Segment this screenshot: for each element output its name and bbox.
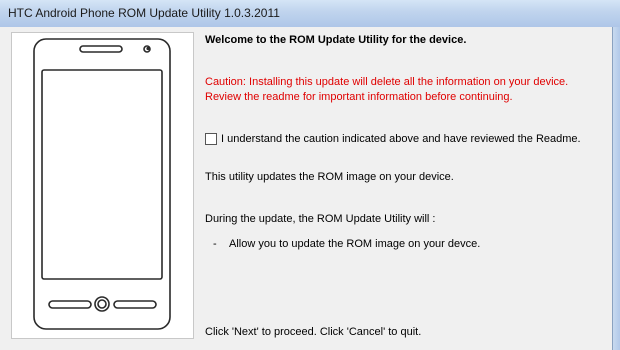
phone-illustration-panel [11, 32, 194, 339]
phone-illustration-icon [33, 38, 171, 330]
window-title: HTC Android Phone ROM Update Utility 1.0… [8, 6, 280, 20]
proceed-instructions: Click 'Next' to proceed. Click 'Cancel' … [205, 326, 422, 338]
list-bullet: - [213, 238, 217, 250]
rom-update-window: HTC Android Phone ROM Update Utility 1.0… [0, 0, 620, 350]
understand-checkbox-label[interactable]: I understand the caution indicated above… [221, 133, 581, 145]
info-text: This utility updates the ROM image on yo… [205, 171, 454, 183]
understand-checkbox[interactable] [205, 133, 217, 145]
list-item: Allow you to update the ROM image on you… [229, 238, 481, 250]
wizard-content: Welcome to the ROM Update Utility for th… [0, 27, 612, 350]
title-bar[interactable]: HTC Android Phone ROM Update Utility 1.0… [0, 0, 620, 27]
during-update-text: During the update, the ROM Update Utilit… [205, 213, 436, 225]
caution-text: Caution: Installing this update will del… [205, 76, 569, 103]
window-frame-right [612, 27, 620, 350]
welcome-heading: Welcome to the ROM Update Utility for th… [205, 34, 467, 46]
